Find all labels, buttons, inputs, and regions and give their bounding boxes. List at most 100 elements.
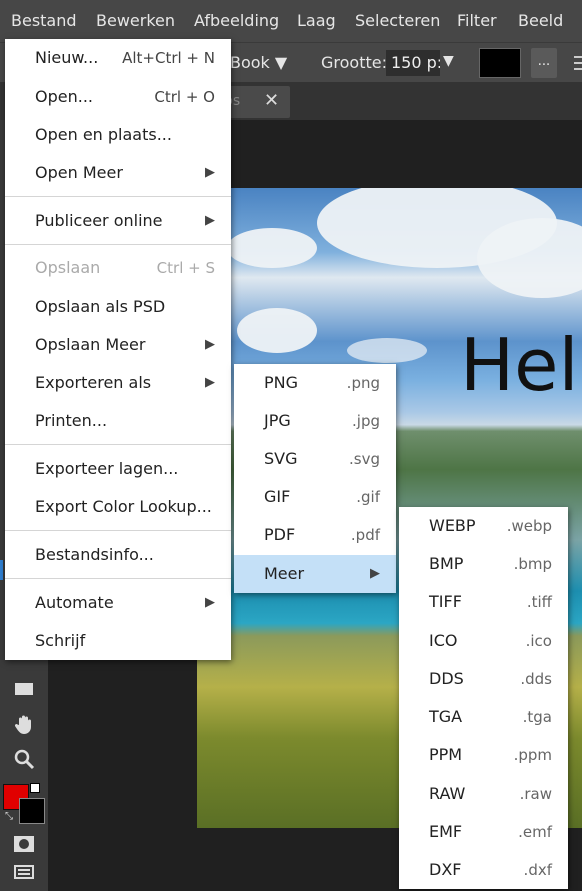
menu-item-automate[interactable]: Automate ▶: [5, 584, 231, 622]
export-dds[interactable]: DDS .dds: [399, 660, 568, 698]
size-label: Grootte:: [321, 53, 387, 72]
export-tiff[interactable]: TIFF .tiff: [399, 583, 568, 621]
menu-item-label: Publiceer online: [35, 211, 163, 230]
file-menu: Nieuw... Alt+Ctrl + N Open... Ctrl + O O…: [5, 39, 231, 660]
menu-filter[interactable]: Filter: [457, 11, 497, 30]
menu-item-label: Open Meer: [35, 163, 123, 182]
menu-item-open-and-place[interactable]: Open en plaats...: [5, 116, 231, 154]
export-svg[interactable]: SVG .svg: [234, 440, 396, 478]
menu-grip-icon[interactable]: [574, 56, 582, 70]
format-extension: .bmp: [513, 555, 552, 573]
shortcut-label: Alt+Ctrl + N: [122, 49, 215, 67]
format-extension: .jpg: [352, 412, 380, 430]
background-color-swatch[interactable]: [19, 798, 45, 824]
submenu-arrow-icon: ▶: [205, 213, 215, 228]
active-tool-indicator: [0, 560, 3, 580]
quick-mask-icon[interactable]: [13, 835, 35, 857]
format-label: WEBP: [429, 516, 476, 535]
menu-item-open[interactable]: Open... Ctrl + O: [5, 78, 231, 116]
menu-item-export-layers[interactable]: Exporteer lagen...: [5, 450, 231, 488]
menu-item-label: Bestandsinfo...: [35, 545, 154, 564]
more-options-button[interactable]: ...: [531, 48, 557, 78]
format-label: DDS: [429, 669, 464, 688]
size-input[interactable]: 150 p:: [386, 50, 440, 76]
export-tga[interactable]: TGA .tga: [399, 698, 568, 736]
export-bmp[interactable]: BMP .bmp: [399, 545, 568, 583]
submenu-arrow-icon: ▶: [370, 566, 380, 581]
menu-item-save-more[interactable]: Opslaan Meer ▶: [5, 326, 231, 364]
export-pdf[interactable]: PDF .pdf: [234, 516, 396, 554]
menu-item-print[interactable]: Printen...: [5, 402, 231, 440]
menu-item-save-as-psd[interactable]: Opslaan als PSD: [5, 288, 231, 326]
export-webp[interactable]: WEBP .webp: [399, 507, 568, 545]
close-icon[interactable]: ✕: [264, 90, 279, 111]
menu-item-open-more[interactable]: Open Meer ▶: [5, 154, 231, 192]
format-extension: .emf: [518, 823, 552, 841]
export-ico[interactable]: ICO .ico: [399, 622, 568, 660]
format-label: PDF: [264, 525, 296, 544]
export-more[interactable]: Meer ▶: [234, 555, 396, 593]
submenu-arrow-icon: ▶: [205, 595, 215, 610]
export-jpg[interactable]: JPG .jpg: [234, 402, 396, 440]
menu-item-label: Automate: [35, 593, 114, 612]
format-label: BMP: [429, 554, 464, 573]
shortcut-label: Ctrl + O: [154, 88, 215, 106]
format-label: Meer: [264, 564, 305, 583]
menu-divider: [5, 244, 231, 245]
menu-laag[interactable]: Laag: [297, 11, 336, 30]
menu-item-label: Nieuw...: [35, 48, 99, 67]
menu-selecteren[interactable]: Selecteren: [355, 11, 440, 30]
format-extension: .webp: [506, 517, 552, 535]
format-label: TGA: [429, 707, 463, 726]
export-gif[interactable]: GIF .gif: [234, 478, 396, 516]
menu-item-file-info[interactable]: Bestandsinfo...: [5, 536, 231, 574]
canvas-text-layer[interactable]: Hel: [460, 323, 578, 407]
menu-bewerken[interactable]: Bewerken: [96, 11, 175, 30]
menu-item-label: Schrijf: [35, 631, 86, 650]
menu-bestand[interactable]: Bestand: [11, 11, 77, 30]
menu-item-save: Opslaan Ctrl + S: [5, 249, 231, 287]
menu-divider: [5, 530, 231, 531]
menu-item-label: Exporteren als: [35, 373, 152, 392]
hand-tool-icon[interactable]: [13, 713, 35, 735]
format-extension: .ppm: [513, 746, 552, 764]
format-label: JPG: [264, 411, 291, 430]
text-color-swatch[interactable]: [479, 48, 521, 78]
more-formats-submenu: WEBP .webp BMP .bmp TIFF .tiff ICO .ico …: [399, 507, 568, 889]
export-dxf[interactable]: DXF .dxf: [399, 851, 568, 889]
menu-item-new[interactable]: Nieuw... Alt+Ctrl + N: [5, 39, 231, 77]
submenu-arrow-icon: ▶: [205, 375, 215, 390]
format-extension: .png: [346, 374, 380, 392]
format-extension: .tga: [522, 708, 552, 726]
submenu-arrow-icon: ▶: [205, 165, 215, 180]
size-dropdown-arrow[interactable]: ▼: [443, 53, 454, 69]
zoom-tool-icon[interactable]: [13, 748, 35, 770]
menu-item-label: Open en plaats...: [35, 125, 172, 144]
format-extension: .tiff: [526, 593, 552, 611]
export-png[interactable]: PNG .png: [234, 364, 396, 402]
export-ppm[interactable]: PPM .ppm: [399, 736, 568, 774]
menu-divider: [5, 578, 231, 579]
font-style-select[interactable]: Book ▼: [230, 53, 287, 72]
swap-colors-icon[interactable]: ⤡: [5, 811, 13, 822]
menu-afbeelding[interactable]: Afbeelding: [194, 11, 279, 30]
rectangle-tool-icon[interactable]: [13, 678, 35, 700]
menu-item-script[interactable]: Schrijf: [5, 622, 231, 660]
menu-item-export-color-lookup[interactable]: Export Color Lookup...: [5, 488, 231, 526]
menu-item-label: Opslaan: [35, 258, 101, 277]
format-label: EMF: [429, 822, 463, 841]
export-emf[interactable]: EMF .emf: [399, 813, 568, 851]
format-label: PNG: [264, 373, 299, 392]
format-label: DXF: [429, 860, 462, 879]
menu-item-label: Open...: [35, 87, 93, 106]
format-extension: .raw: [519, 785, 552, 803]
menu-item-publish-online[interactable]: Publiceer online ▶: [5, 202, 231, 240]
format-extension: .gif: [356, 488, 380, 506]
menu-item-label: Printen...: [35, 411, 108, 430]
default-colors-icon[interactable]: [30, 783, 40, 793]
export-raw[interactable]: RAW .raw: [399, 775, 568, 813]
screen-mode-icon[interactable]: [14, 864, 34, 883]
menu-beeld[interactable]: Beeld: [518, 11, 563, 30]
menu-item-export-as[interactable]: Exporteren als ▶: [5, 364, 231, 402]
shortcut-label: Ctrl + S: [156, 259, 215, 277]
